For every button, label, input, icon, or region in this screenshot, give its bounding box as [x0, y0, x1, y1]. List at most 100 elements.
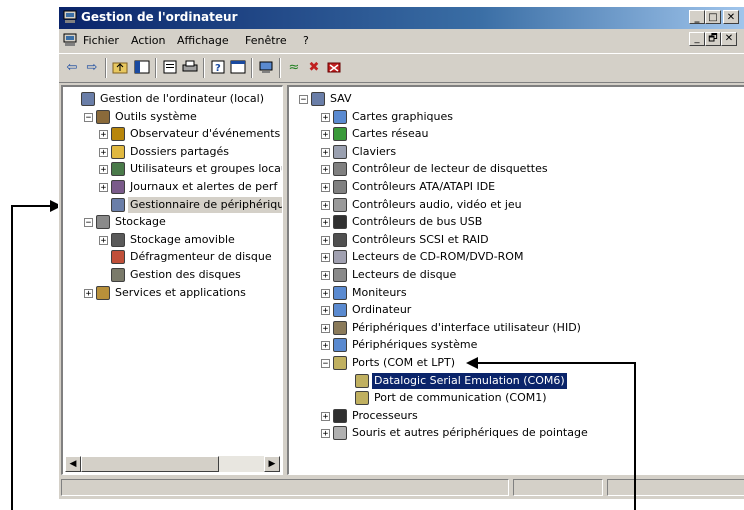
expand-icon[interactable]: +: [321, 271, 330, 281]
show-hide-tree-icon[interactable]: [133, 59, 151, 77]
up-folder-icon[interactable]: [111, 59, 129, 77]
menu-fichier[interactable]: Fichier: [83, 34, 119, 47]
toolbar-separator: [203, 58, 205, 78]
expand-icon[interactable]: +: [321, 288, 330, 298]
update-driver-icon[interactable]: ≈: [285, 59, 303, 77]
tree-item-label: Cartes réseau: [352, 127, 429, 141]
expand-icon[interactable]: +: [321, 235, 330, 245]
tree-item-label: Datalogic Serial Emulation (COM6): [372, 372, 567, 389]
storage-icon: [96, 215, 110, 230]
expand-icon[interactable]: +: [321, 218, 330, 228]
expand-icon[interactable]: +: [99, 235, 108, 245]
expand-icon[interactable]: +: [321, 306, 330, 316]
horizontal-scrollbar[interactable]: ◀ ▶: [65, 456, 280, 472]
scan-hardware-icon[interactable]: [257, 59, 275, 77]
shared-folder-icon: [111, 144, 125, 159]
expand-icon[interactable]: +: [321, 200, 330, 210]
hid-icon: [333, 320, 347, 335]
device-tree-pane[interactable]: − SAV + Cartes graphiques + Cartes réseau + Cla…: [287, 85, 744, 475]
expand-icon[interactable]: +: [321, 130, 330, 140]
uninstall-icon[interactable]: ✖: [305, 59, 323, 77]
event-viewer-icon: [111, 127, 125, 142]
disable-icon[interactable]: [325, 59, 343, 77]
title-bar[interactable]: Gestion de l'ordinateur _ □ ✕: [59, 7, 744, 29]
tools-icon: [96, 109, 110, 124]
collapse-icon[interactable]: −: [84, 218, 93, 228]
port-icon: [333, 356, 347, 370]
toolbar-separator: [251, 58, 253, 78]
expand-icon[interactable]: +: [321, 429, 330, 439]
tree-item-label: Dossiers partagés: [130, 144, 230, 158]
expand-icon[interactable]: +: [321, 411, 330, 421]
tree-item-label: Souris et autres périphériques de pointa…: [352, 426, 588, 440]
computer-icon: [81, 92, 95, 106]
system-devices-icon: [333, 338, 347, 353]
tree-item-label: Journaux et alertes de perf: [130, 180, 278, 193]
annotation-arrow-right-horizontal: [478, 362, 636, 364]
expand-icon[interactable]: +: [321, 183, 330, 193]
mdi-restore-button[interactable]: 🗗: [705, 32, 721, 46]
expand-icon[interactable]: +: [321, 341, 330, 351]
expand-icon[interactable]: +: [99, 147, 108, 157]
annotation-arrow-right-vertical: [634, 363, 636, 510]
collapse-icon[interactable]: −: [299, 95, 308, 105]
monitor-icon: [333, 285, 347, 300]
forward-icon[interactable]: ⇨: [83, 59, 101, 77]
defrag-icon: [111, 250, 125, 265]
menu-fenetre[interactable]: Fenêtre: [245, 34, 287, 47]
status-cell-main: [61, 479, 509, 496]
toolbar-separator: [155, 58, 157, 78]
mouse-icon: [333, 426, 347, 441]
services-icon: [96, 285, 110, 300]
menu-affichage[interactable]: Affichage: [177, 34, 229, 47]
menu-action[interactable]: Action: [131, 34, 165, 47]
mdi-close-button[interactable]: ✕: [721, 32, 737, 46]
collapse-icon[interactable]: −: [321, 359, 330, 369]
menu-help[interactable]: ?: [303, 34, 309, 47]
mdi-minimize-button[interactable]: _: [689, 32, 705, 46]
collapse-icon[interactable]: −: [84, 112, 93, 122]
properties-icon[interactable]: [161, 59, 179, 77]
expand-icon[interactable]: +: [99, 183, 108, 193]
close-button[interactable]: ✕: [723, 10, 739, 24]
tree-item-label: Claviers: [352, 144, 397, 158]
expand-icon[interactable]: +: [99, 165, 108, 175]
scroll-right-icon[interactable]: ▶: [264, 456, 280, 472]
help-icon[interactable]: ?: [209, 59, 227, 77]
back-icon[interactable]: ⇦: [63, 59, 81, 77]
expand-icon[interactable]: +: [321, 112, 330, 122]
toolbar-separator: [279, 58, 281, 78]
expand-icon[interactable]: +: [321, 253, 330, 263]
tree-item-label: Outils système: [115, 109, 197, 123]
tree-item-label: Défragmenteur de disque: [130, 250, 272, 264]
minimize-button[interactable]: _: [689, 10, 705, 24]
network-card-icon: [333, 127, 347, 142]
status-cell-3: [607, 479, 744, 496]
tree-item-label: Lecteurs de CD-ROM/DVD-ROM: [352, 250, 524, 264]
tree-item-label: Gestion de l'ordinateur (local): [100, 92, 265, 105]
expand-icon[interactable]: +: [321, 165, 330, 175]
expand-icon[interactable]: +: [99, 130, 108, 140]
tree-item-label: Ports (COM et LPT): [352, 356, 456, 369]
mdi-child-icon[interactable]: [63, 33, 77, 47]
maximize-button[interactable]: □: [705, 10, 721, 24]
tree-item-label: Contrôleurs SCSI et RAID: [352, 232, 489, 246]
expand-icon[interactable]: +: [321, 147, 330, 157]
tree-item-label: Moniteurs: [352, 285, 407, 299]
tree-item-label: Processeurs: [352, 408, 418, 422]
annotation-arrowhead-right: [466, 357, 478, 369]
expand-icon[interactable]: +: [84, 288, 93, 298]
view-icon[interactable]: [229, 59, 247, 77]
display-adapter-icon: [333, 109, 347, 124]
tree-item-label: SAV: [330, 92, 352, 105]
scrollbar-thumb[interactable]: [81, 456, 219, 472]
tree-item-label: Stockage: [115, 215, 166, 229]
expand-icon[interactable]: +: [321, 323, 330, 333]
console-tree-pane[interactable]: Gestion de l'ordinateur (local) − Outils s…: [61, 85, 283, 475]
scroll-left-icon[interactable]: ◀: [65, 456, 81, 472]
device-manager-icon: [111, 197, 125, 212]
annotation-arrow-left-horizontal: [11, 205, 51, 207]
print-icon[interactable]: [181, 59, 199, 77]
disk-management-icon: [111, 268, 125, 282]
tree-item-label: Contrôleurs audio, vidéo et jeu: [352, 197, 522, 211]
